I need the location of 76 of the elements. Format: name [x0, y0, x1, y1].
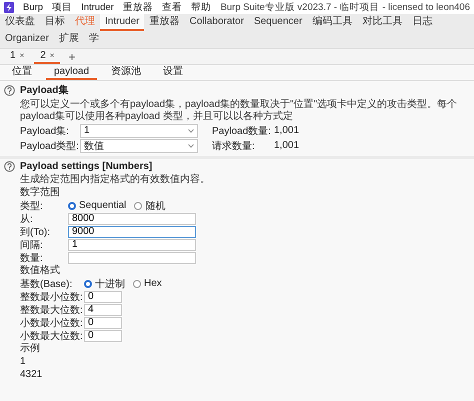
- field-label: 间隔:: [20, 238, 44, 252]
- dropdown[interactable]: 数值: [80, 138, 198, 152]
- tool-tab[interactable]: Sequencer: [248, 14, 308, 31]
- example-value: 4321: [20, 368, 44, 381]
- menu-item[interactable]: 项目: [52, 0, 72, 14]
- tool-tab[interactable]: Intruder: [100, 14, 144, 31]
- radio-label[interactable]: Hex: [144, 278, 162, 289]
- field-label: 到(To):: [20, 226, 51, 238]
- close-tab-button[interactable]: ×: [20, 51, 24, 60]
- tool-tab[interactable]: 扩展: [54, 31, 84, 48]
- group-heading: 数字范围: [20, 187, 61, 199]
- close-tab-button[interactable]: ×: [50, 51, 54, 60]
- window-title: Burp Suite专业版 v2023.7 - 临时项目 - licensed to leon406: [220, 0, 470, 14]
- radio-label[interactable]: 随机: [145, 198, 166, 212]
- field-label: Payload集:: [20, 124, 70, 138]
- group-heading: 示例: [20, 343, 41, 355]
- chevron-icon: [188, 128, 194, 132]
- tool-tab[interactable]: 编码工具: [307, 14, 358, 31]
- menu-item[interactable]: 帮助: [190, 0, 211, 14]
- field-label: 类型:: [20, 200, 44, 212]
- input-field[interactable]: 4: [84, 304, 122, 316]
- radio-button[interactable]: [133, 280, 141, 288]
- section-description: 生成给定范围内指定格式的有效数值内容。: [20, 174, 211, 186]
- input-field[interactable]: [68, 252, 196, 264]
- stat-value: 1,001: [274, 125, 300, 136]
- section-title: Payload settings [Numbers]: [20, 161, 152, 172]
- input-field[interactable]: 9000: [68, 226, 196, 238]
- input-field[interactable]: 0: [84, 290, 122, 302]
- section-tab[interactable]: 资源池: [103, 65, 150, 80]
- field-label: 整数最小位数:: [20, 290, 84, 304]
- tool-tab[interactable]: 日志: [407, 14, 438, 31]
- menu-item[interactable]: Burp: [23, 2, 44, 12]
- section-title: Payload集: [20, 84, 68, 97]
- tool-tab[interactable]: 重放器: [144, 14, 184, 31]
- menu-item[interactable]: Intruder: [81, 2, 114, 12]
- field-label: 基数(Base):: [20, 278, 74, 290]
- radio-label[interactable]: 十进制: [95, 276, 125, 290]
- attack-tab[interactable]: 1 ×: [4, 49, 30, 64]
- help-icon[interactable]: [4, 84, 15, 96]
- add-tab-button[interactable]: +: [64, 50, 80, 64]
- field-label: 数量:: [20, 252, 44, 264]
- menu-item[interactable]: 重放器: [122, 0, 153, 14]
- group-heading: 数值格式: [20, 265, 61, 277]
- radio-button[interactable]: [84, 280, 92, 288]
- dropdown[interactable]: 1: [80, 124, 198, 138]
- tab-label[interactable]: 2: [40, 50, 46, 61]
- example-value: 1: [20, 355, 27, 368]
- chevron-icon: [188, 144, 194, 148]
- radio-button[interactable]: [68, 202, 76, 210]
- tool-tab[interactable]: 对比工具: [357, 14, 408, 31]
- tool-tab[interactable]: 目标: [40, 14, 70, 31]
- tab-label[interactable]: 1: [10, 50, 16, 61]
- stat-label: 请求数量:: [212, 140, 256, 152]
- section-description: 您可以定义一个或多个有payload集，payload集的数量取决于"位置"选项卡中定义的攻击类型。每个payload集可以使用各种payload 类型，并且可以以各种方式定: [20, 99, 458, 123]
- field-label: Payload类型:: [20, 140, 80, 152]
- field-label: 小数最大位数:: [20, 330, 84, 342]
- input-field[interactable]: 8000: [68, 212, 196, 224]
- tool-tab[interactable]: Collaborator: [184, 14, 249, 31]
- tool-tab[interactable]: 学: [84, 31, 104, 48]
- radio-label[interactable]: Sequential: [79, 200, 126, 211]
- radio-button[interactable]: [134, 202, 142, 210]
- tool-tab[interactable]: Organizer: [0, 31, 54, 48]
- input-field[interactable]: 1: [68, 238, 196, 250]
- tool-tab[interactable]: 仪表盘: [0, 14, 40, 31]
- menu-item[interactable]: 查看: [162, 0, 182, 14]
- stat-label: Payload数量:: [212, 124, 272, 138]
- section-tab[interactable]: payload: [46, 65, 98, 80]
- input-field[interactable]: 0: [84, 330, 122, 342]
- stat-value: 1,001: [274, 140, 300, 151]
- input-field[interactable]: 0: [84, 316, 122, 328]
- section-tab[interactable]: 设置: [155, 65, 192, 80]
- section-tab[interactable]: 位置: [4, 65, 40, 80]
- field-label: 小数最小位数:: [20, 316, 84, 330]
- field-label: 从:: [20, 212, 34, 226]
- help-icon[interactable]: [4, 161, 15, 172]
- field-label: 整数最大位数:: [20, 304, 84, 316]
